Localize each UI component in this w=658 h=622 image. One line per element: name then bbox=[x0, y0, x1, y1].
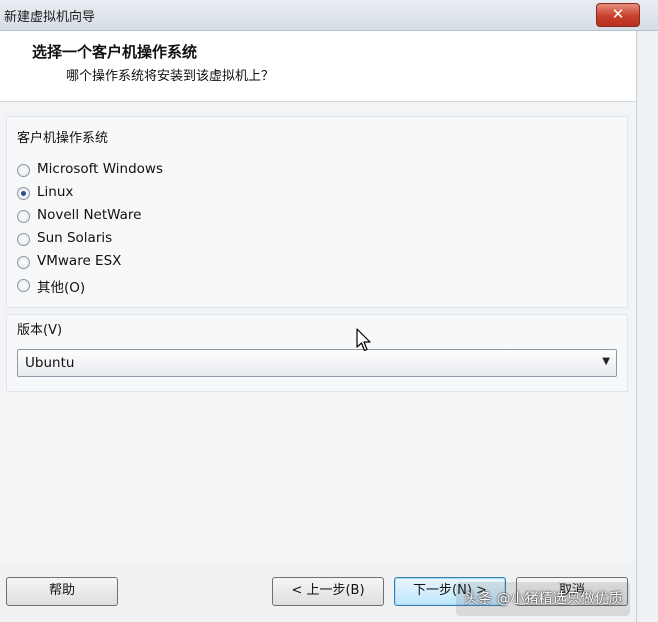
radio-label: Linux bbox=[37, 184, 74, 200]
version-dropdown[interactable]: Ubuntu ▼ bbox=[17, 349, 617, 377]
guest-os-label: 客户机操作系统 bbox=[17, 131, 109, 146]
watermark: 头条 @小猪精选只做优质 bbox=[456, 582, 631, 616]
back-button[interactable]: < 上一步(B) bbox=[272, 577, 384, 606]
radio-label: Novell NetWare bbox=[37, 207, 142, 223]
radio-button-icon[interactable] bbox=[17, 233, 30, 246]
radio-label: Microsoft Windows bbox=[37, 161, 163, 177]
version-selected-value: Ubuntu bbox=[25, 355, 75, 371]
radio-button-icon[interactable] bbox=[17, 164, 30, 177]
version-group: 版本(V) Ubuntu ▼ bbox=[6, 314, 628, 392]
radio-button-icon[interactable] bbox=[17, 256, 30, 269]
radio-button-checked-icon[interactable] bbox=[17, 187, 30, 200]
radio-label: Sun Solaris bbox=[37, 230, 113, 246]
mouse-pointer-icon bbox=[356, 328, 371, 352]
title-bar: 新建虚拟机向导 ✕ bbox=[0, 0, 658, 31]
guest-os-group: 客户机操作系统 Microsoft Windows Linux Novell N… bbox=[6, 116, 628, 308]
page-subtitle: 哪个操作系统将安装到该虚拟机上？ bbox=[66, 69, 275, 84]
page-title: 选择一个客户机操作系统 bbox=[32, 43, 198, 61]
radio-button-icon[interactable] bbox=[17, 210, 30, 223]
window-title: 新建虚拟机向导 bbox=[4, 10, 96, 25]
close-button[interactable]: ✕ bbox=[596, 3, 640, 27]
window-edge bbox=[636, 31, 658, 622]
chevron-down-icon[interactable]: ▼ bbox=[602, 356, 610, 367]
radio-button-icon[interactable] bbox=[17, 279, 30, 292]
help-button[interactable]: 帮助 bbox=[6, 577, 118, 606]
version-label: 版本(V) bbox=[17, 323, 63, 338]
radio-label: 其他(O) bbox=[37, 280, 86, 296]
wizard-content: 客户机操作系统 Microsoft Windows Linux Novell N… bbox=[0, 102, 636, 562]
wizard-header: 选择一个客户机操作系统 哪个操作系统将安装到该虚拟机上？ bbox=[0, 31, 636, 102]
radio-label: VMware ESX bbox=[37, 253, 122, 269]
close-icon: ✕ bbox=[611, 5, 625, 23]
